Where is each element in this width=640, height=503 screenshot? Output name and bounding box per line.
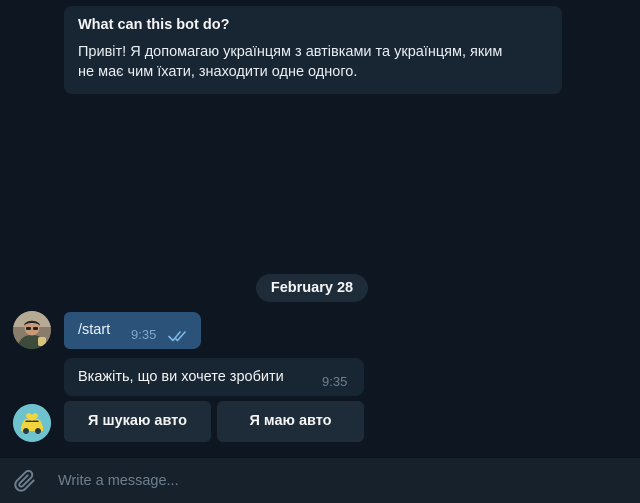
outgoing-message[interactable]: /start 9:35 bbox=[64, 312, 201, 349]
message-composer bbox=[0, 457, 640, 503]
have-car-button[interactable]: Я маю авто bbox=[217, 401, 364, 442]
chat-area: What can this bot do? Привіт! Я допомага… bbox=[0, 0, 640, 457]
message-input[interactable] bbox=[58, 468, 618, 494]
bot-description-line-1: Привіт! Я допомагаю українцям з автівкам… bbox=[78, 44, 503, 60]
looking-for-car-button[interactable]: Я шукаю авто bbox=[64, 401, 211, 442]
double-check-icon bbox=[168, 331, 186, 342]
incoming-message[interactable]: Вкажіть, що ви хочете зробити 9:35 bbox=[64, 358, 364, 396]
bot-description-text: Привіт! Я допомагаю українцям з автівкам… bbox=[78, 42, 548, 82]
date-badge: February 28 bbox=[256, 274, 368, 302]
bot-description-card: What can this bot do? Привіт! Я допомага… bbox=[64, 6, 562, 94]
bot-description-line-2: не має чим їхати, знаходити одне одного. bbox=[78, 64, 358, 80]
user-avatar-image bbox=[13, 311, 51, 349]
message-text[interactable]: Вкажіть, що ви хочете зробити bbox=[78, 369, 284, 385]
message-time: 9:35 bbox=[322, 374, 348, 389]
bot-description-title: What can this bot do? bbox=[78, 17, 230, 33]
bot-avatar-image bbox=[13, 404, 51, 442]
message-text[interactable]: /start bbox=[78, 322, 110, 338]
bot-avatar[interactable] bbox=[13, 404, 51, 442]
message-time: 9:35 bbox=[131, 327, 157, 342]
paperclip-icon[interactable] bbox=[12, 468, 38, 494]
user-avatar[interactable] bbox=[13, 311, 51, 349]
